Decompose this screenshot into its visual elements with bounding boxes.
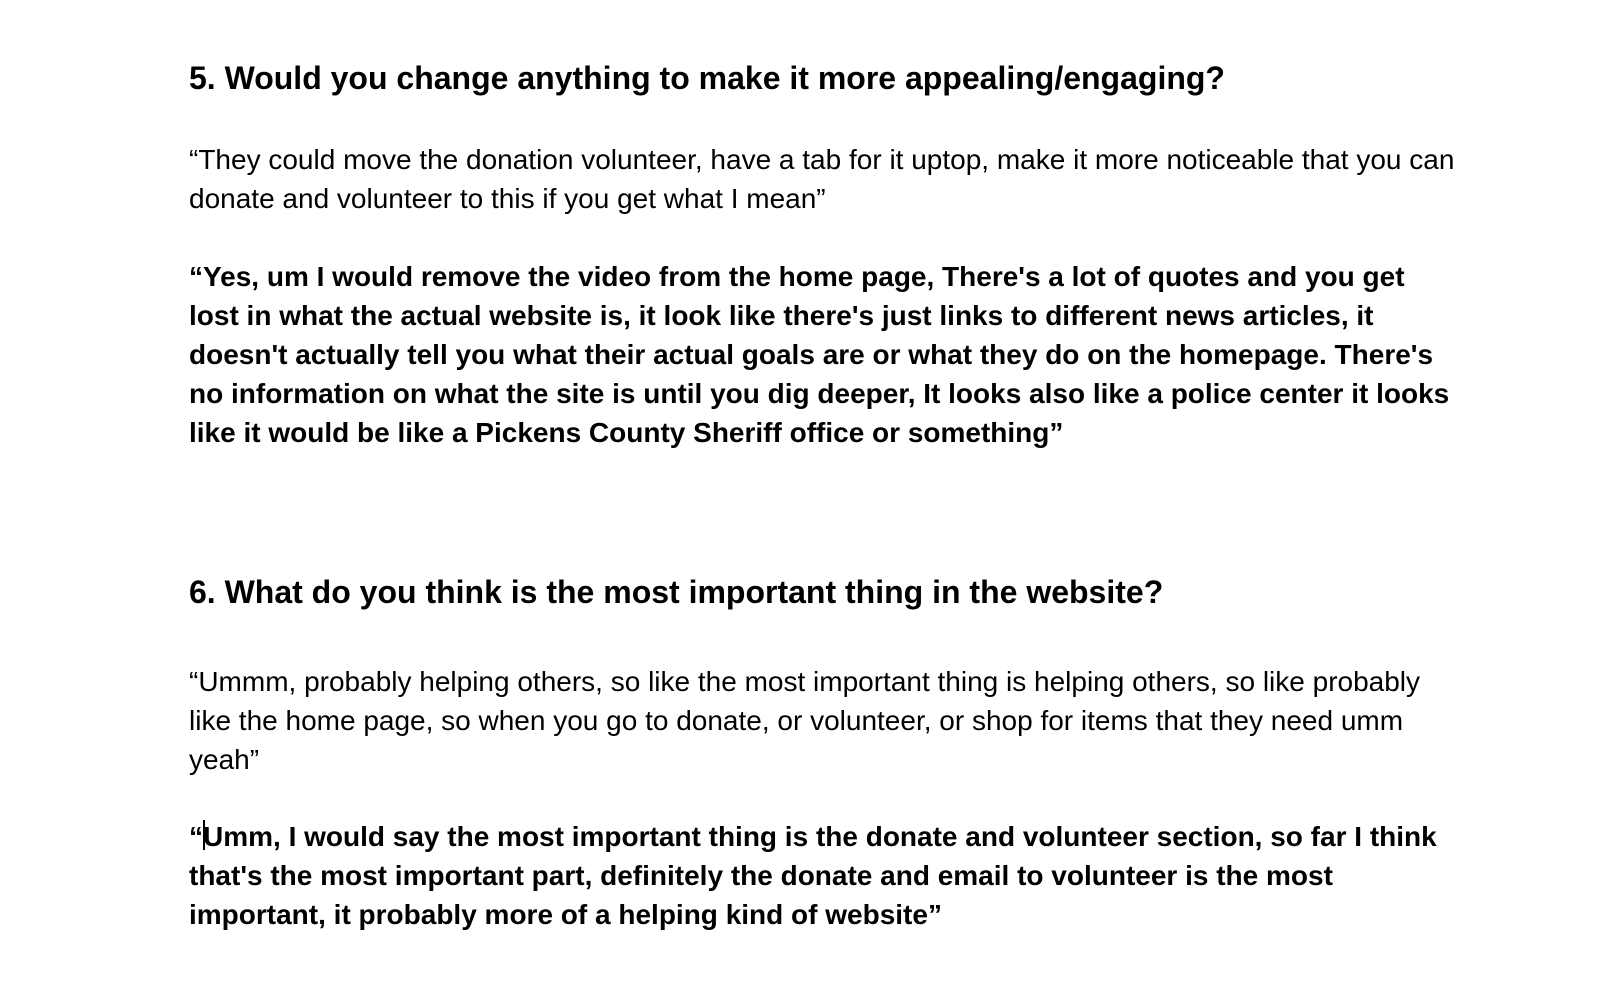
answer-text: Umm, I would say the most important thin… <box>189 821 1437 930</box>
question-6-answer-2: “Umm, I would say the most important thi… <box>189 817 1459 934</box>
question-6-heading: 6. What do you think is the most importa… <box>189 574 1164 610</box>
answer-open-quote: “ <box>189 821 203 852</box>
document-page[interactable]: 5. Would you change anything to make it … <box>0 0 1622 998</box>
question-6-answer-1: “Ummm, probably helping others, so like … <box>189 666 1421 775</box>
question-5-answer-2: “Yes, um I would remove the video from t… <box>189 261 1450 448</box>
question-5-answer-1: “They could move the donation volunteer,… <box>189 144 1455 214</box>
question-5-heading: 5. Would you change anything to make it … <box>189 60 1225 96</box>
